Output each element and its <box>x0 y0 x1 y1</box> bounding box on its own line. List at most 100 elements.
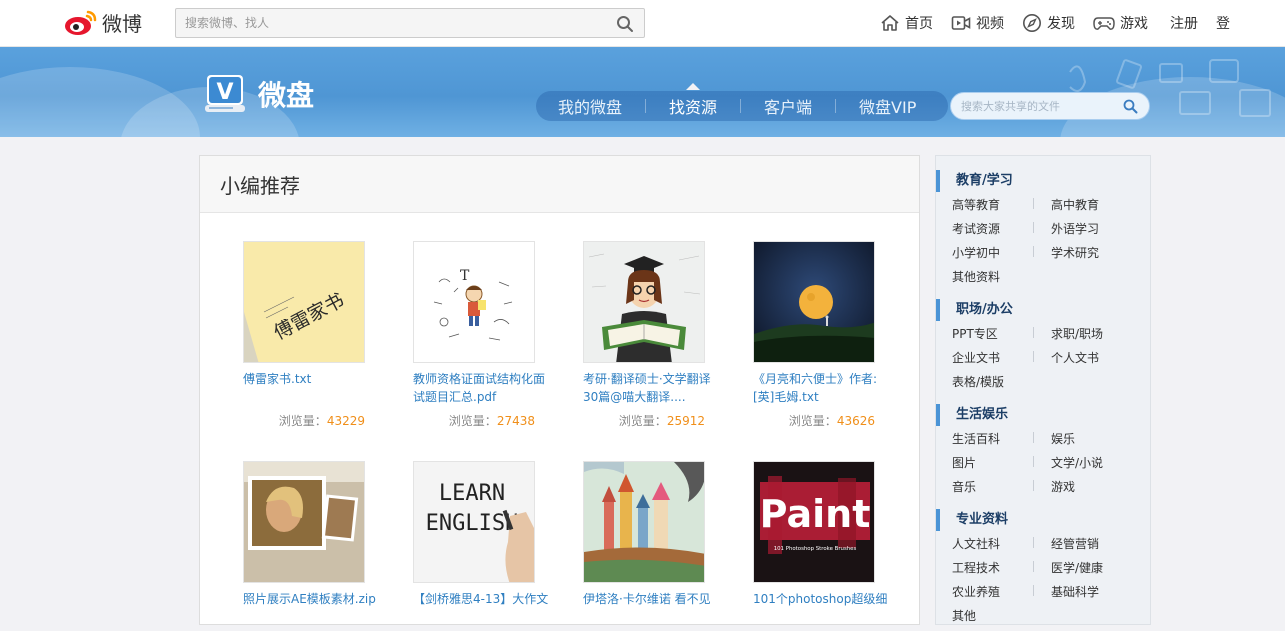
file-search-input[interactable] <box>951 93 1119 119</box>
tab-find-resources[interactable]: 找资源 <box>669 94 717 118</box>
resource-thumbnail[interactable]: 傅雷家书 <box>243 241 365 363</box>
resource-thumbnail[interactable]: Paint 101 Photoshop Stroke Brushes <box>753 461 875 583</box>
weipan-logo-icon[interactable]: V <box>205 73 245 115</box>
compass-icon <box>1023 14 1041 32</box>
link-divider <box>1033 432 1034 443</box>
category-link[interactable]: 高等教育 <box>952 196 1000 213</box>
resource-name[interactable]: 教师资格证面试结构化面试题目汇总.pdf <box>413 370 553 406</box>
tab-my-weipan[interactable]: 我的微盘 <box>558 94 622 118</box>
link-divider <box>1033 456 1034 467</box>
views-label: 浏览量： <box>618 414 667 428</box>
weibo-logo[interactable]: 微博 <box>64 6 142 38</box>
category-link[interactable]: 农业养殖 <box>952 583 1000 600</box>
views-label: 浏览量： <box>278 414 327 428</box>
resource-name[interactable]: 【剑桥雅思4-13】大作文 <box>413 590 553 626</box>
category-link[interactable]: 工程技术 <box>952 559 1000 576</box>
category-link[interactable]: 个人文书 <box>1051 349 1099 366</box>
category-link[interactable]: 图片 <box>952 454 976 471</box>
views-label: 浏览量： <box>448 414 497 428</box>
nav-home-label: 首页 <box>905 16 933 32</box>
views-count: 43626 <box>836 414 875 428</box>
paint-subtitle-text: 101 Photoshop Stroke Brushes <box>774 546 857 552</box>
resource-name[interactable]: 伊塔洛·卡尔维诺 看不见 <box>583 590 723 626</box>
category-link[interactable]: 人文社科 <box>952 535 1000 552</box>
category-link[interactable]: 经管营销 <box>1051 535 1099 552</box>
category-link[interactable]: 外语学习 <box>1051 220 1099 237</box>
top-nav: 首页 视频 发现 游戏 注册 登 <box>880 0 1244 46</box>
resource-views: 浏览量：27438 <box>413 412 535 429</box>
tab-weipan-vip[interactable]: 微盘VIP <box>859 94 916 118</box>
link-divider <box>1033 585 1034 596</box>
link-divider <box>1033 351 1034 362</box>
category-link[interactable]: 娱乐 <box>1051 430 1075 447</box>
category-link[interactable]: 生活百科 <box>952 430 1000 447</box>
paint-brushes-image: Paint 101 Photoshop Stroke Brushes <box>754 462 874 582</box>
category-link[interactable]: 基础科学 <box>1051 583 1099 600</box>
category-title[interactable]: 生活娱乐 <box>936 404 1150 426</box>
tab-divider <box>740 99 742 113</box>
resource-views: 浏览量：43626 <box>753 412 875 429</box>
nav-video[interactable]: 视频 <box>951 13 1004 33</box>
editor-picks-panel: 小编推荐 傅雷家书 傅雷家书.txt 浏览量：43229 T 教师资格证面试结构… <box>199 155 920 625</box>
category-link[interactable]: 医学/健康 <box>1051 559 1103 576</box>
teacher-doodle-image: T <box>433 268 513 341</box>
category-link[interactable]: 音乐 <box>952 478 976 495</box>
nav-home[interactable]: 首页 <box>880 13 933 33</box>
resource-thumbnail[interactable] <box>243 461 365 583</box>
category-link[interactable]: 求职/职场 <box>1051 325 1103 342</box>
category-link[interactable]: PPT专区 <box>952 325 998 342</box>
resource-card: 照片展示AE模板素材.zip <box>243 461 383 626</box>
resource-thumbnail[interactable] <box>753 241 875 363</box>
category-link[interactable]: 高中教育 <box>1051 196 1099 213</box>
resource-thumbnail[interactable]: T <box>413 241 535 363</box>
category-link[interactable]: 考试资源 <box>952 220 1000 237</box>
category-lifestyle: 生活娱乐 生活百科 娱乐 图片 文学/小说 音乐 游戏 <box>936 404 1150 502</box>
register-link[interactable]: 注册 <box>1170 13 1198 33</box>
category-link[interactable]: 其他资料 <box>952 268 1000 285</box>
nav-discover[interactable]: 发现 <box>1022 13 1075 33</box>
resource-name[interactable]: 傅雷家书.txt <box>243 370 383 406</box>
paint-title-text: Paint <box>760 492 871 536</box>
resource-card: 考研·翻译硕士·文学翻译30篇@喵大翻译.... 浏览量：25912 <box>583 241 723 429</box>
resource-name[interactable]: 照片展示AE模板素材.zip <box>243 590 383 626</box>
resource-name[interactable]: 101个photoshop超级细 <box>753 590 893 626</box>
category-items: 生活百科 娱乐 图片 文学/小说 音乐 游戏 <box>936 426 1150 502</box>
category-title[interactable]: 教育/学习 <box>936 170 1150 192</box>
category-title[interactable]: 职场/办公 <box>936 299 1150 321</box>
learn-text: LEARN <box>439 481 505 506</box>
category-link[interactable]: 企业文书 <box>952 349 1000 366</box>
resource-views: 浏览量：25912 <box>583 412 705 429</box>
category-link[interactable]: 文学/小说 <box>1051 454 1103 471</box>
home-icon <box>881 15 899 31</box>
tab-divider <box>645 99 647 113</box>
resource-name[interactable]: 考研·翻译硕士·文学翻译30篇@喵大翻译.... <box>583 370 723 406</box>
tab-client[interactable]: 客户端 <box>764 94 812 118</box>
resource-name[interactable]: 《月亮和六便士》作者:[英]毛姆.txt <box>753 370 893 406</box>
category-link[interactable]: 学术研究 <box>1051 244 1099 261</box>
active-tab-caret <box>686 83 700 90</box>
category-title[interactable]: 专业资料 <box>936 509 1150 531</box>
search-icon[interactable] <box>616 15 634 33</box>
category-link[interactable]: 表格/模版 <box>952 373 1004 390</box>
views-count: 25912 <box>666 414 705 428</box>
learn-english-image: LEARN ENGLISH <box>414 462 534 582</box>
weibo-search-input[interactable] <box>176 9 596 37</box>
nav-games-label: 游戏 <box>1120 16 1148 32</box>
category-education: 教育/学习 高等教育 高中教育 考试资源 外语学习 小学初中 学术研究 其他资料 <box>936 170 1150 292</box>
category-link[interactable]: 游戏 <box>1051 478 1075 495</box>
resource-thumbnail[interactable] <box>583 241 705 363</box>
file-search-icon[interactable] <box>1123 99 1138 114</box>
category-link[interactable]: 其他 <box>952 607 976 624</box>
nav-games[interactable]: 游戏 <box>1093 13 1148 33</box>
login-link[interactable]: 登 <box>1216 13 1230 33</box>
weibo-logo-text: 微博 <box>102 11 142 36</box>
resource-views: 浏览量：43229 <box>243 412 365 429</box>
resource-thumbnail[interactable] <box>583 461 705 583</box>
category-professional: 专业资料 人文社科 经管营销 工程技术 医学/健康 农业养殖 基础科学 其他 <box>936 509 1150 631</box>
category-link[interactable]: 小学初中 <box>952 244 1000 261</box>
link-divider <box>1033 222 1034 233</box>
moon-night-image <box>754 242 874 362</box>
resource-thumbnail[interactable]: LEARN ENGLISH <box>413 461 535 583</box>
category-sidebar: 教育/学习 高等教育 高中教育 考试资源 外语学习 小学初中 学术研究 其他资料… <box>935 155 1151 625</box>
photo-slides-image <box>244 462 364 582</box>
